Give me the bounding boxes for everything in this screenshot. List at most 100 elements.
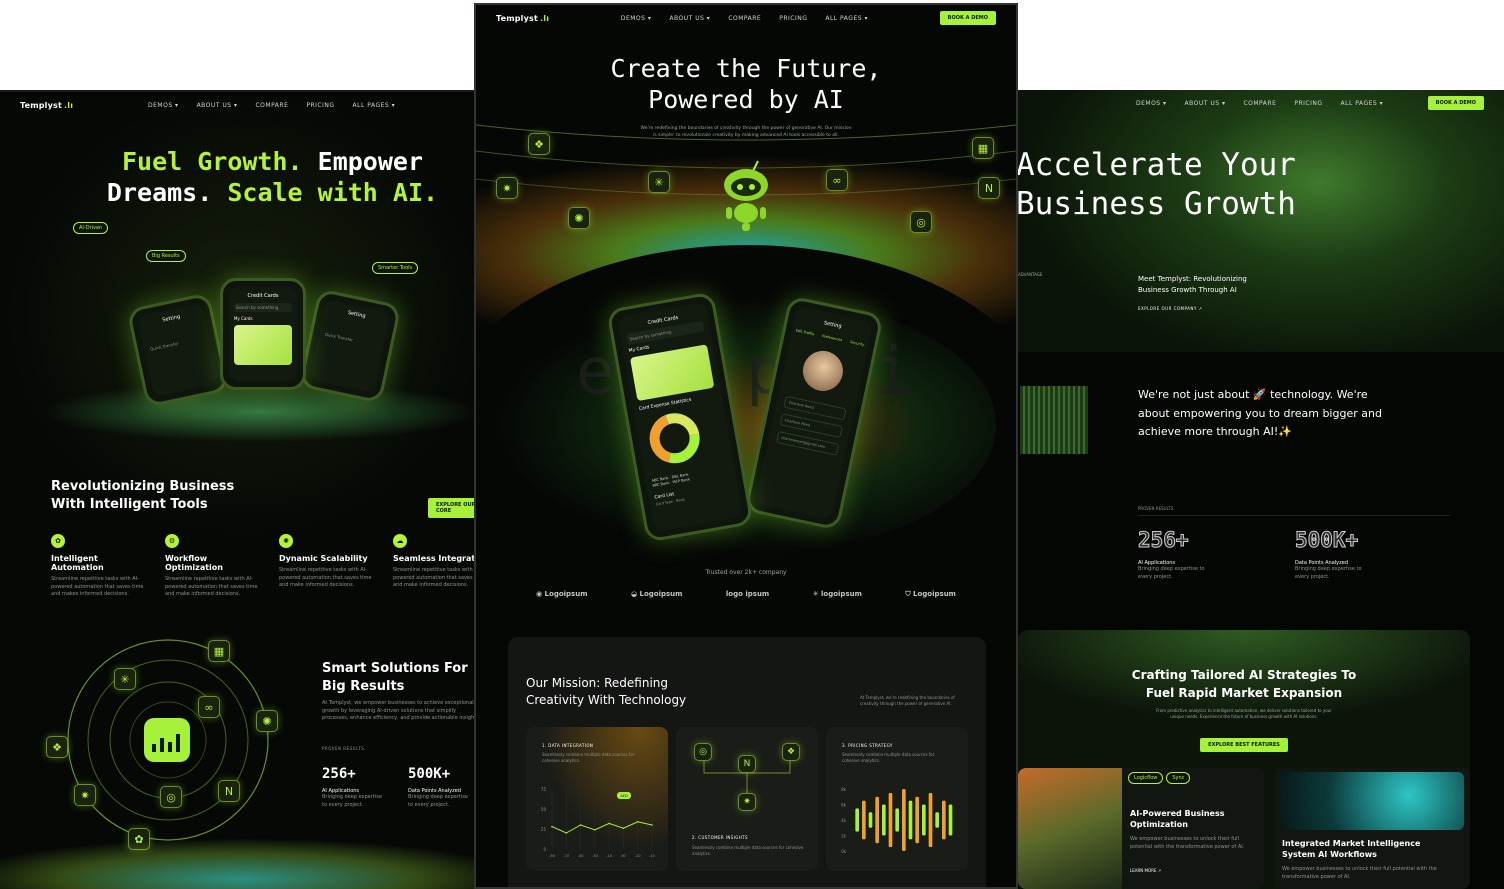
advantage-label: ADVANTAGE [1018,272,1043,277]
left-stat-data: 500K+ Data Points Analyzed Bringing deep e… [408,766,468,808]
line-badge-label: AED [620,794,628,798]
y-tick-label: 8k [841,787,847,792]
insight-puzzle-icon: ❖ [782,743,800,761]
left-section-title: Revolutionizing Business With Intelligent… [51,479,235,512]
explore-features-button[interactable]: EXPLORE BEST FEATURES [1200,737,1288,752]
left-logo[interactable]: Templyst .lı [20,101,73,110]
center-book-demo-button[interactable]: BOOK A DEMO [939,11,996,25]
center-navbar: Templyst .lı DEMOS ▾ ABOUT US ▾ COMPARE P… [476,5,1016,31]
left-template-preview: Templyst .lı DEMOS ▾ ABOUT US ▾ COMPARE P… [0,90,490,889]
center-menu: DEMOS ▾ ABOUT US ▾ COMPARE PRICING ALL P… [621,15,868,22]
robot-mascot-icon [724,160,768,231]
tag-ai-driven: AI-Driven [73,222,109,234]
line-chart: 75 50 25 0-90 -70 -50 -30 -10 00 -20 -10 AED [541,787,655,858]
left-stat-apps: 256+ AI Applications Bringing deep experti… [322,766,382,808]
x-tick-label: 00 [621,854,625,858]
trusted-text: Trusted over 2k+ company [705,569,787,576]
right-menu: DEMOS ▾ ABOUT US ▾ COMPARE PRICING ALL P… [1136,100,1383,107]
y-tick-label: 2k [841,834,847,839]
learn-more-link[interactable]: LEARN MORE ↗ [1130,868,1161,873]
center-gear-icon: ✺ [568,207,590,229]
bar-chart: 8k 6k 4k 2k 0k [841,787,953,854]
feature-card-optimization[interactable]: Logicflow Sync AI-Powered Business Optimiz… [1018,768,1264,889]
y-tick-label: 25 [541,827,547,832]
nav-demos[interactable]: DEMOS ▾ [148,102,179,109]
logo-strip: ◉ Logoipsum ◒ Logoipsum logo ipsum ✳ log… [536,590,956,599]
left-hero-title: Fuel Growth. Empower Dreams. Scale with … [106,147,439,208]
orbit-burst-icon: ✷ [74,784,96,806]
nav-about[interactable]: ABOUT US ▾ [669,15,710,22]
data-point [651,824,653,826]
center-asterisk-icon: ✳ [648,171,670,193]
bar [948,804,953,836]
profile-avatar [799,347,847,395]
orbit-gear-icon: ✺ [256,710,278,732]
right-hero-title: Accelerate Your Business Growth [1016,147,1296,222]
data-point [622,827,625,829]
x-tick-label: -30 [592,854,598,858]
partner-logo-4: ✳ logoipsum [812,590,862,598]
center-ring-icon: ◎ [910,211,932,233]
bar [855,808,859,832]
nav-compare[interactable]: COMPARE [255,102,288,109]
x-tick-label: -70 [563,854,569,858]
bar [915,796,919,844]
center-logo[interactable]: Templyst .lı [496,14,549,23]
right-template-preview: DEMOS ▾ ABOUT US ▾ COMPARE PRICING ALL P… [1016,90,1504,889]
nav-demos[interactable]: DEMOS ▾ [1136,100,1167,107]
center-hero-title: Create the Future, Powered by AI [610,54,882,115]
scalability-icon: ✺ [279,534,293,548]
x-tick-label: -20 [635,854,641,858]
data-point [551,825,553,828]
right-stat-data: 500K+ Data Points Analyzed Bringing deep e… [1295,528,1362,580]
data-point [579,824,582,826]
nav-pricing[interactable]: PRICING [779,15,807,22]
nav-compare[interactable]: COMPARE [728,15,761,22]
background-watermark: esi pici [575,335,917,409]
nav-compare[interactable]: COMPARE [1243,100,1276,107]
data-point [594,829,596,831]
y-tick-label: 4k [841,818,847,823]
woman-photo [1018,768,1122,889]
automation-icon: ✿ [51,534,65,548]
insight-n-icon: N [738,755,756,773]
insight-ring-icon: ◎ [694,743,712,761]
orbit-n-icon: N [218,780,240,802]
orbit-puzzle-icon: ❖ [46,736,68,758]
orbit-spark-icon: ✳ [114,668,136,690]
workflow-icon: ⚙ [165,534,179,548]
center-puzzle-icon: ❖ [528,133,550,155]
left-feature-list: ✿ Intelligent Automation Streamline repeti… [51,534,490,599]
strategies-desc: From predictive analytics to intelligent… [1156,708,1332,720]
showcase: Templyst .lı DEMOS ▾ ABOUT US ▾ COMPARE P… [0,0,1504,889]
right-stat-apps: 256+ AI Applications Bringing deep experti… [1138,528,1205,580]
tech-photo [1280,772,1464,830]
right-proven-label: PROVEN RESULTS [1138,506,1450,516]
nav-about[interactable]: ABOUT US ▾ [197,102,238,109]
feature-scalability: ✺ Dynamic Scalability Streamline repetitiv… [279,534,381,599]
center-template-preview: Templyst .lı DEMOS ▾ ABOUT US ▾ COMPARE P… [474,3,1018,889]
nav-all-pages[interactable]: ALL PAGES ▾ [353,102,396,109]
left-proven-label: PROVEN RESULTS [322,746,365,751]
data-point [608,822,610,825]
bar [928,792,933,848]
nav-all-pages[interactable]: ALL PAGES ▾ [825,15,868,22]
partner-logo-3: logo ipsum [725,590,770,598]
about-statement: We're not just about 🚀 technology. We're… [1138,388,1382,439]
mission-title: Our Mission: Redefining Creativity With T… [526,676,687,708]
bar [922,804,926,836]
insight-spark-icon: ✷ [738,793,756,811]
series-line [551,821,653,834]
explore-company-link[interactable]: EXPLORE OUR COMPANY ↗ [1138,306,1202,311]
bar [908,800,913,840]
nav-demos[interactable]: DEMOS ▾ [621,15,652,22]
feature-card-intelligence[interactable]: Integrated Market Intelligence System AI … [1274,768,1470,889]
nav-pricing[interactable]: PRICING [1294,100,1322,107]
nav-all-pages[interactable]: ALL PAGES ▾ [1341,100,1384,107]
right-book-demo-button[interactable]: BOOK A DEMO [1427,96,1484,110]
smart-solutions-title: Smart Solutions For Big Results [322,661,468,694]
nav-about[interactable]: ABOUT US ▾ [1185,100,1226,107]
nav-pricing[interactable]: PRICING [306,102,334,109]
x-tick-label: -50 [578,854,584,858]
center-spark-icon: ✷ [496,177,518,199]
